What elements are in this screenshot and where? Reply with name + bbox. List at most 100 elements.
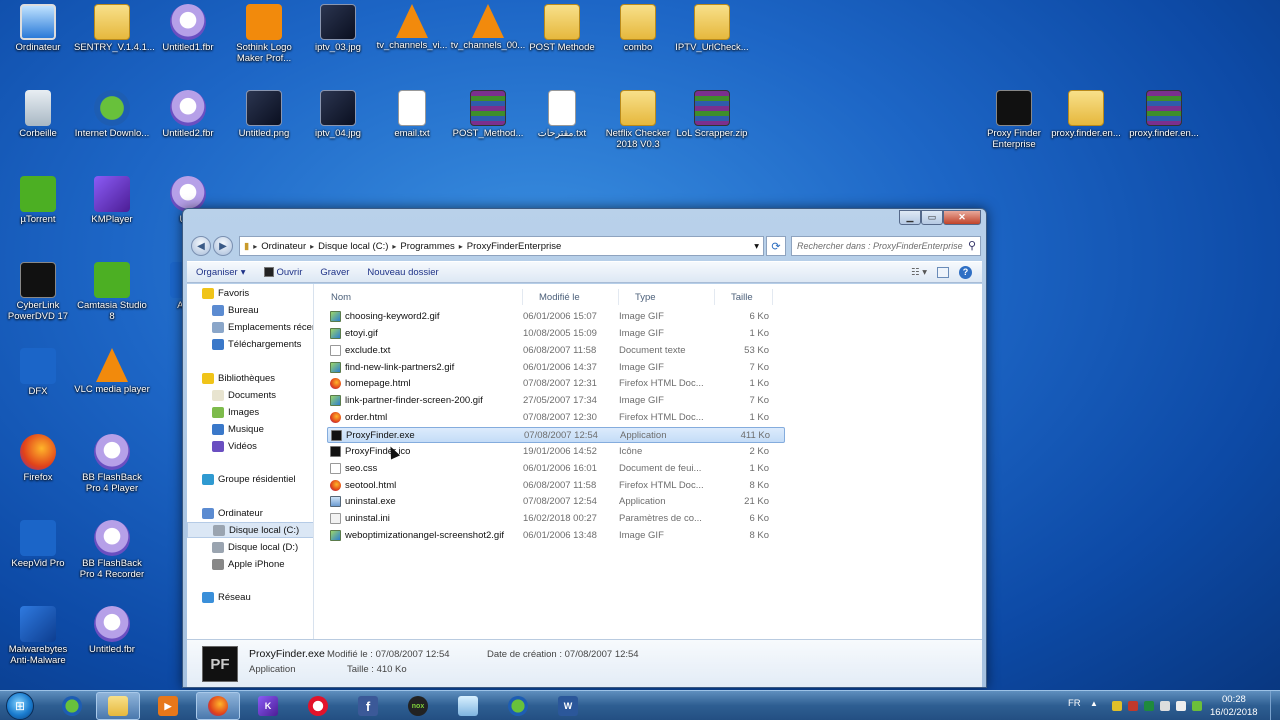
desktop-icon[interactable]: proxy.finder.en...: [1126, 90, 1202, 139]
desktop-icon[interactable]: Untitled.png: [226, 90, 302, 139]
column-name[interactable]: Nom: [315, 289, 523, 305]
nav-item[interactable]: Musique: [187, 421, 313, 437]
nav-item[interactable]: Bibliothèques: [187, 370, 313, 386]
desktop-icon[interactable]: Ordinateur: [0, 4, 76, 53]
breadcrumb-item[interactable]: Ordinateur: [257, 241, 310, 252]
nav-item[interactable]: Disque local (D:): [187, 539, 313, 555]
desktop-icon[interactable]: email.txt: [374, 90, 450, 139]
taskbar-internet-explorer[interactable]: [50, 692, 94, 720]
show-desktop-button[interactable]: [1270, 691, 1280, 720]
desktop-icon[interactable]: Netflix Checker 2018 V0.3: [600, 90, 676, 150]
desktop-icon[interactable]: LoL Scrapper.zip: [674, 90, 750, 139]
volume-icon[interactable]: [1176, 701, 1186, 711]
new-folder-button[interactable]: Nouveau dossier: [358, 267, 447, 278]
download-icon[interactable]: [1144, 701, 1154, 711]
desktop-icon[interactable]: Untitled1.fbr: [150, 4, 226, 53]
file-row[interactable]: seo.css 06/01/2006 16:01 Document de feui.…: [327, 461, 785, 477]
desktop-icon[interactable]: tv_channels_00...: [450, 4, 526, 51]
nav-item[interactable]: Groupe résidentiel: [187, 471, 313, 487]
nav-item[interactable]: Images: [187, 404, 313, 420]
desktop-icon[interactable]: Sothink Logo Maker Prof...: [226, 4, 302, 64]
column-modified[interactable]: Modifié le: [523, 289, 619, 305]
desktop-icon[interactable]: Malwarebytes Anti-Malware: [0, 606, 76, 666]
file-row[interactable]: homepage.html 07/08/2007 12:31 Firefox HTM…: [327, 376, 785, 392]
desktop-icon[interactable]: VLC media player: [74, 348, 150, 395]
language-indicator[interactable]: FR: [1068, 698, 1081, 709]
refresh-button[interactable]: ⟳: [766, 236, 786, 256]
taskbar-kmplayer[interactable]: K: [246, 692, 290, 720]
address-bar[interactable]: ▮ ▸ Ordinateur ▸ Disque local (C:) ▸ Pro…: [239, 236, 764, 256]
desktop-icon[interactable]: POST_Method...: [450, 90, 526, 139]
file-row[interactable]: link-partner-finder-screen-200.gif 27/05/…: [327, 393, 785, 409]
desktop-icon[interactable]: IPTV_UrlCheck...: [674, 4, 750, 53]
desktop-icon[interactable]: Firefox: [0, 434, 76, 483]
desktop-icon[interactable]: Untitled.fbr: [74, 606, 150, 655]
desktop-icon[interactable]: Proxy Finder Enterprise: [976, 90, 1052, 150]
desktop-icon[interactable]: DFX: [0, 348, 76, 397]
taskbar-notepad[interactable]: [446, 692, 490, 720]
file-row[interactable]: exclude.txt 06/08/2007 11:58 Document text…: [327, 343, 785, 359]
desktop-icon[interactable]: Corbeille: [0, 90, 76, 139]
desktop-icon[interactable]: SENTRY_V.1.4.1...: [74, 4, 155, 53]
taskbar-media-player[interactable]: ▶: [146, 692, 190, 720]
security-icon[interactable]: [1128, 701, 1138, 711]
taskbar-explorer[interactable]: [96, 692, 140, 720]
desktop-icon[interactable]: BB FlashBack Pro 4 Recorder: [74, 520, 150, 580]
desktop-icon[interactable]: مقترحات.txt: [524, 90, 600, 139]
desktop-icon[interactable]: POST Methode: [524, 4, 600, 53]
taskbar-word[interactable]: W: [546, 692, 590, 720]
desktop-icon[interactable]: iptv_03.jpg: [300, 4, 376, 53]
desktop-icon[interactable]: iptv_04.jpg: [300, 90, 376, 139]
nav-item[interactable]: Vidéos: [187, 438, 313, 454]
title-bar[interactable]: ▁ ▭ ✕: [183, 209, 986, 231]
taskbar-idm[interactable]: [496, 692, 540, 720]
desktop-icon[interactable]: combo: [600, 4, 676, 53]
desktop-icon[interactable]: tv_channels_vi...: [374, 4, 450, 51]
network-icon[interactable]: [1160, 701, 1170, 711]
breadcrumb-item[interactable]: ProxyFinderEnterprise: [463, 241, 566, 252]
desktop-icon[interactable]: Camtasia Studio 8: [74, 262, 150, 322]
file-row[interactable]: order.html 07/08/2007 12:30 Firefox HTML D…: [327, 410, 785, 426]
nav-item[interactable]: Documents: [187, 387, 313, 403]
maximize-button[interactable]: ▭: [921, 210, 943, 225]
preview-pane-icon[interactable]: [937, 266, 949, 278]
chevron-up-icon[interactable]: ▲: [1090, 699, 1098, 708]
file-row[interactable]: find-new-link-partners2.gif 06/01/2006 14…: [327, 360, 785, 376]
taskbar-firefox[interactable]: [196, 692, 240, 720]
desktop-icon[interactable]: Untitled2.fbr: [150, 90, 226, 139]
nav-item[interactable]: Disque local (C:): [187, 522, 313, 538]
desktop-icon[interactable]: CyberLink PowerDVD 17: [0, 262, 76, 322]
organize-button[interactable]: Organiser ▾: [187, 267, 255, 278]
nav-item[interactable]: Bureau: [187, 302, 313, 318]
chevron-down-icon[interactable]: ▾: [754, 241, 763, 252]
column-size[interactable]: Taille: [715, 289, 773, 305]
nav-item[interactable]: Téléchargements: [187, 336, 313, 352]
clock-time[interactable]: 00:28: [1222, 694, 1246, 705]
desktop-icon[interactable]: KeepVid Pro: [0, 520, 76, 569]
forward-button[interactable]: ▶: [213, 236, 233, 256]
file-row[interactable]: ProxyFinder.exe 07/08/2007 12:54 Applicati…: [327, 426, 785, 443]
burn-button[interactable]: Graver: [311, 267, 358, 278]
help-icon[interactable]: ?: [959, 265, 972, 279]
battery-icon[interactable]: [1192, 701, 1202, 711]
start-button[interactable]: ⊞: [6, 692, 34, 720]
desktop-icon[interactable]: Internet Downlo...: [74, 90, 150, 139]
desktop-icon[interactable]: µTorrent: [0, 176, 76, 225]
breadcrumb-item[interactable]: Programmes: [396, 241, 458, 252]
taskbar-facebook[interactable]: f: [346, 692, 390, 720]
back-button[interactable]: ◀: [191, 236, 211, 256]
taskbar-nox[interactable]: nox: [396, 692, 440, 720]
nav-item[interactable]: Ordinateur: [187, 505, 313, 521]
breadcrumb-item[interactable]: Disque local (C:): [314, 241, 392, 252]
column-type[interactable]: Type: [619, 289, 715, 305]
taskbar-opera[interactable]: [296, 692, 340, 720]
file-row[interactable]: weboptimizationangel-screenshot2.gif 06/0…: [327, 528, 785, 544]
nav-item[interactable]: Emplacements récen: [187, 319, 313, 335]
desktop-icon[interactable]: KMPlayer: [74, 176, 150, 225]
flag-icon[interactable]: [1112, 701, 1122, 711]
nav-item[interactable]: Réseau: [187, 589, 313, 605]
file-row[interactable]: uninstal.exe 07/08/2007 12:54 Application 2…: [327, 494, 785, 510]
file-row[interactable]: seotool.html 06/08/2007 11:58 Firefox HTML…: [327, 478, 785, 494]
clock-date[interactable]: 16/02/2018: [1210, 707, 1258, 718]
desktop-icon[interactable]: BB FlashBack Pro 4 Player: [74, 434, 150, 494]
